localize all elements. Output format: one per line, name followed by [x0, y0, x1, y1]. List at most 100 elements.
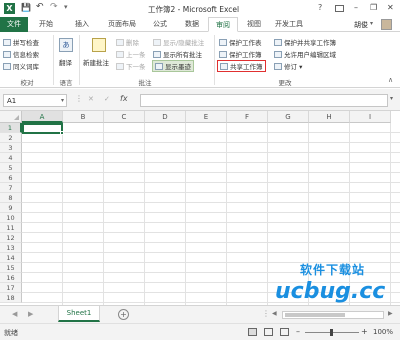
minimize-button[interactable]: –	[354, 3, 358, 12]
delete-comment-button[interactable]: 删除	[116, 37, 139, 47]
zoom-level[interactable]: 100%	[373, 328, 393, 336]
enter-icon[interactable]: ✓	[104, 95, 110, 103]
row-header-12[interactable]: 12	[0, 233, 22, 243]
share-workbook-button[interactable]: 共享工作簿	[217, 60, 266, 72]
horizontal-scroll-thumb[interactable]	[285, 313, 345, 317]
tab-data[interactable]: 数据	[178, 17, 206, 32]
worksheet-grid[interactable]: ABCDEFGHI 1 2 3 4 5 6 7 8 9 10 11 12 13 14 15 16 17 18 软件…	[0, 111, 400, 305]
row-header-3[interactable]: 3	[0, 143, 22, 153]
row-header-9[interactable]: 9	[0, 203, 22, 213]
row-header-8[interactable]: 8	[0, 193, 22, 203]
formula-input[interactable]	[140, 94, 388, 107]
tab-view[interactable]: 视图	[240, 17, 268, 32]
new-comment-button[interactable]: 新建批注	[83, 57, 109, 67]
row-header-17[interactable]: 17	[0, 283, 22, 293]
close-button[interactable]: ✕	[387, 3, 394, 12]
column-header-d[interactable]: D	[145, 111, 186, 123]
tab-developer[interactable]: 开发工具	[270, 17, 308, 32]
row-header-7[interactable]: 7	[0, 183, 22, 193]
tab-insert[interactable]: 插入	[66, 17, 98, 32]
column-header-g[interactable]: G	[268, 111, 309, 123]
column-header-b[interactable]: B	[63, 111, 104, 123]
column-header-h[interactable]: H	[309, 111, 350, 123]
sheet-tab-sheet1[interactable]: Sheet1	[58, 306, 100, 322]
expand-formula-icon[interactable]: ▾	[390, 95, 393, 102]
sheet-prev-icon[interactable]: ◀	[12, 310, 17, 318]
row-header-5[interactable]: 5	[0, 163, 22, 173]
name-box-chevron-icon[interactable]: ▾	[61, 97, 64, 104]
tab-file[interactable]: 文件	[0, 17, 28, 32]
spell-check-button[interactable]: 拼写检查	[3, 37, 39, 47]
row-header-6[interactable]: 6	[0, 173, 22, 183]
tab-page-layout[interactable]: 页面布局	[102, 17, 142, 32]
sheetbar-splitter-icon[interactable]: ⋮	[262, 309, 270, 318]
insert-function-icon[interactable]: fx	[120, 94, 128, 103]
translate-icon[interactable]: あ	[59, 38, 73, 52]
cancel-icon[interactable]: ✕	[88, 95, 94, 103]
tab-formulas[interactable]: 公式	[146, 17, 174, 32]
column-header-c[interactable]: C	[104, 111, 145, 123]
row-header-18[interactable]: 18	[0, 293, 22, 303]
row-header-13[interactable]: 13	[0, 243, 22, 253]
protect-and-share-button[interactable]: 保护并共享工作簿	[274, 37, 336, 47]
title-bar: X 💾 ↶ ↷ ▾ 工作簿2 - Microsoft Excel ? – ❐ ✕	[0, 0, 400, 17]
row-header-14[interactable]: 14	[0, 253, 22, 263]
translate-button[interactable]: 翻译	[59, 57, 72, 67]
hscroll-right-icon[interactable]: ▶	[388, 310, 393, 317]
ribbon-display-icon[interactable]	[335, 5, 344, 12]
save-icon[interactable]: 💾	[21, 3, 31, 12]
account-chevron-icon[interactable]: ▾	[370, 20, 373, 27]
tab-home[interactable]: 开始	[30, 17, 62, 32]
zoom-slider[interactable]	[305, 329, 359, 336]
protect-sheet-button[interactable]: 保护工作表	[219, 37, 262, 47]
hscroll-left-icon[interactable]: ◀	[272, 310, 277, 317]
row-header-16[interactable]: 16	[0, 273, 22, 283]
sheet-next-icon[interactable]: ▶	[28, 310, 33, 318]
row-header-2[interactable]: 2	[0, 133, 22, 143]
previous-comment-button[interactable]: 上一条	[116, 49, 146, 59]
row-header-15[interactable]: 15	[0, 263, 22, 273]
zoom-in-button[interactable]: +	[361, 327, 368, 336]
customize-qat-icon[interactable]: ▾	[64, 3, 68, 11]
thesaurus-button[interactable]: 同义词库	[3, 61, 39, 71]
horizontal-scrollbar[interactable]	[282, 311, 384, 319]
column-header-i[interactable]: I	[350, 111, 391, 123]
next-comment-button[interactable]: 下一条	[116, 61, 146, 71]
page-layout-view-icon[interactable]	[264, 328, 273, 336]
row-header-11[interactable]: 11	[0, 223, 22, 233]
name-box[interactable]: A1 ▾	[3, 94, 67, 107]
fill-handle[interactable]	[60, 131, 64, 135]
new-comment-icon[interactable]	[92, 38, 106, 52]
show-hide-comment-button[interactable]: 显示/隐藏批注	[153, 37, 204, 47]
add-sheet-button[interactable]: +	[118, 309, 129, 320]
research-icon	[3, 51, 11, 58]
research-button[interactable]: 信息检索	[3, 49, 39, 59]
help-icon[interactable]: ?	[318, 3, 322, 12]
show-ink-button[interactable]: 显示墨迹	[152, 60, 194, 72]
select-all-corner[interactable]	[0, 111, 22, 123]
undo-icon[interactable]: ↶	[36, 2, 44, 12]
allow-edit-ranges-button[interactable]: 允许用户编辑区域	[274, 49, 336, 59]
zoom-slider-thumb[interactable]	[330, 329, 333, 336]
normal-view-icon[interactable]	[248, 328, 257, 336]
zoom-out-button[interactable]: –	[296, 327, 300, 336]
column-header-e[interactable]: E	[186, 111, 227, 123]
account-name[interactable]: 胡俊	[354, 20, 368, 30]
show-all-comments-button[interactable]: 显示所有批注	[153, 49, 202, 59]
restore-button[interactable]: ❐	[370, 3, 377, 12]
active-cell[interactable]	[22, 123, 63, 134]
tab-review[interactable]: 审阅	[208, 17, 238, 32]
avatar[interactable]	[381, 19, 392, 30]
page-break-view-icon[interactable]	[280, 328, 289, 336]
next-comment-icon	[116, 63, 124, 70]
redo-icon[interactable]: ↷	[50, 2, 58, 12]
track-changes-button[interactable]: 修订 ▾	[274, 61, 302, 71]
row-header-1[interactable]: 1	[0, 123, 22, 133]
collapse-ribbon-icon[interactable]: ∧	[388, 76, 393, 84]
row-header-4[interactable]: 4	[0, 153, 22, 163]
column-header-f[interactable]: F	[227, 111, 268, 123]
protect-workbook-button[interactable]: 保护工作簿	[219, 49, 262, 59]
row-header-10[interactable]: 10	[0, 213, 22, 223]
column-header-a[interactable]: A	[22, 111, 63, 123]
group-separator	[79, 35, 80, 85]
